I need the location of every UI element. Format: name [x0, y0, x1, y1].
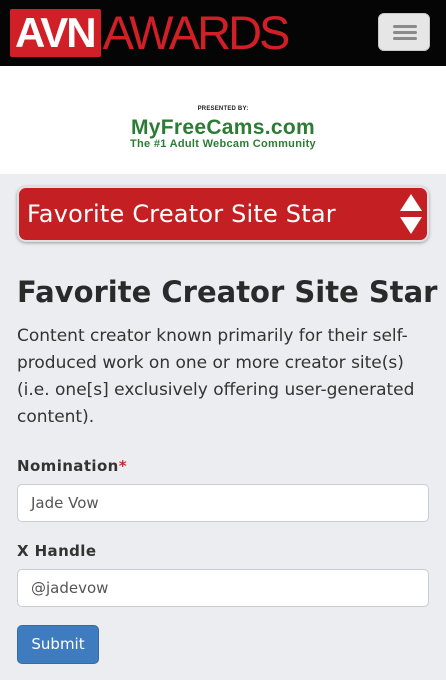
logo-awards-text: AWARDS	[102, 6, 291, 59]
sponsor-tagline: The #1 Adult Webcam Community	[130, 138, 316, 150]
nomination-input[interactable]: Jade Vow	[17, 484, 429, 522]
sponsor-banner[interactable]: PRESENTED BY: MyFreeCams.com The #1 Adul…	[0, 66, 446, 174]
required-marker: *	[118, 457, 127, 475]
menu-toggle-button[interactable]	[378, 13, 430, 51]
sponsor-brand-logo: MyFreeCams.com	[131, 116, 315, 139]
category-select[interactable]: Favorite Creator Site Star	[17, 186, 429, 242]
submit-button[interactable]: Submit	[17, 625, 99, 664]
up-down-arrows-icon	[399, 194, 423, 236]
nomination-label: Nomination*	[17, 457, 127, 475]
logo-avn-text: AVN	[10, 9, 101, 57]
top-navbar: AVN AWARDS	[0, 0, 446, 66]
avn-awards-logo[interactable]: AVN AWARDS	[10, 6, 291, 59]
page-title: Favorite Creator Site Star	[17, 275, 438, 309]
x-handle-input[interactable]: @jadevow	[17, 569, 429, 607]
category-select-value: Favorite Creator Site Star	[27, 200, 336, 228]
presented-by-label: PRESENTED BY:	[197, 106, 249, 112]
category-description: Content creator known primarily for thei…	[17, 326, 415, 427]
x-handle-label: X Handle	[17, 542, 97, 560]
